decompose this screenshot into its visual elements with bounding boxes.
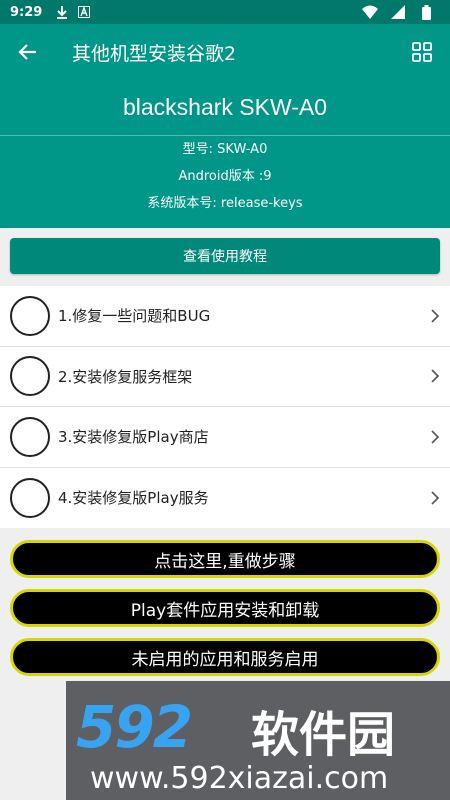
app-bar: 其他机型安装谷歌2 xyxy=(0,24,450,80)
device-name: blackshark SKW-A0 xyxy=(0,80,450,136)
step-status-circle-icon xyxy=(10,356,50,397)
step-item-1[interactable]: 1.修复一些问题和BUG xyxy=(0,286,450,347)
device-model: 型号: SKW-A0 xyxy=(182,142,268,157)
status-bar: 9:29 xyxy=(0,0,450,24)
page-title: 其他机型安装谷歌2 xyxy=(72,42,237,65)
view-tutorial-button[interactable]: 查看使用教程 xyxy=(10,238,440,274)
step-item-3[interactable]: 3.安装修复版Play商店 xyxy=(0,407,450,468)
redo-steps-button[interactable]: 点击这里,重做步骤 xyxy=(10,540,440,578)
step-status-circle-icon xyxy=(10,295,50,336)
battery-icon xyxy=(418,4,434,20)
download-icon xyxy=(54,4,70,20)
watermark-banner: 592 软件园 www.592xiazai.com xyxy=(66,681,450,800)
step-list: 1.修复一些问题和BUG 2.安装修复服务框架 3.安装修复版Play商店 4.… xyxy=(0,286,450,528)
chevron-right-icon xyxy=(420,308,450,324)
step-item-4[interactable]: 4.安装修复版Play服务 xyxy=(0,468,450,529)
system-version: 系统版本号: release-keys xyxy=(147,196,303,211)
back-button[interactable] xyxy=(0,24,56,80)
step-label: 2.安装修复服务框架 xyxy=(58,367,193,386)
grid-icon xyxy=(412,42,432,62)
step-label: 3.安装修复版Play商店 xyxy=(58,428,209,447)
wifi-icon xyxy=(362,4,378,20)
watermark-logo-number: 592 xyxy=(76,693,193,761)
status-time: 9:29 xyxy=(10,4,43,20)
app-notification-icon xyxy=(76,4,92,20)
step-status-circle-icon xyxy=(10,477,50,518)
step-status-circle-icon xyxy=(10,416,50,457)
android-version: Android版本 :9 xyxy=(178,169,272,184)
signal-icon xyxy=(390,4,406,20)
chevron-right-icon xyxy=(420,490,450,506)
chevron-right-icon xyxy=(420,368,450,384)
watermark-url: www.592xiazai.com xyxy=(90,761,389,796)
grid-menu-button[interactable] xyxy=(394,24,450,80)
play-suite-install-uninstall-button[interactable]: Play套件应用安装和卸载 xyxy=(10,589,440,627)
step-label: 1.修复一些问题和BUG xyxy=(58,307,211,326)
watermark-logo-text: 软件园 xyxy=(251,707,396,763)
step-item-2[interactable]: 2.安装修复服务框架 xyxy=(0,347,450,407)
chevron-right-icon xyxy=(420,429,450,445)
arrow-back-icon xyxy=(18,44,36,60)
device-info-panel: blackshark SKW-A0 型号: SKW-A0 Android版本 :… xyxy=(0,80,450,228)
enable-disabled-apps-button[interactable]: 未启用的应用和服务启用 xyxy=(10,638,440,676)
step-label: 4.安装修复版Play服务 xyxy=(58,489,209,508)
